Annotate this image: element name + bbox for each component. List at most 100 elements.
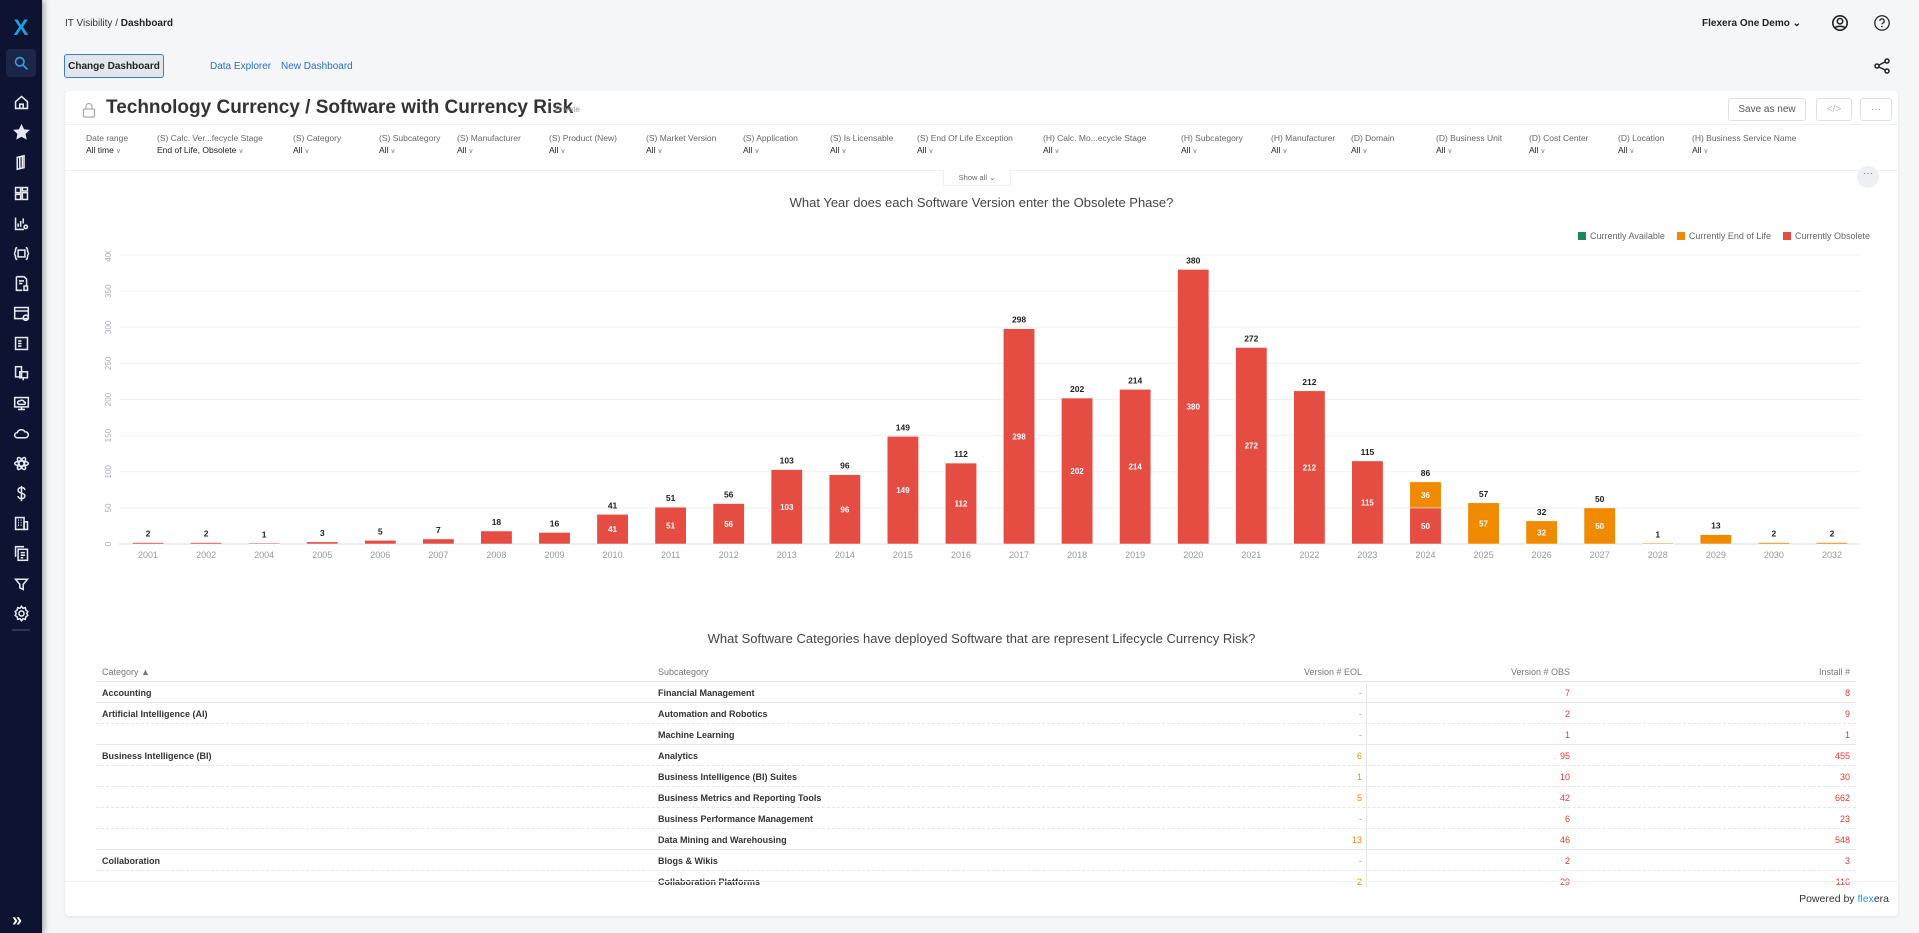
filter-7[interactable]: (S) Application All xyxy=(743,133,798,155)
column-header-version-obs[interactable]: Version # OBS xyxy=(1511,667,1570,677)
sidebar-item-cost[interactable] xyxy=(9,481,33,505)
breadcrumb-root[interactable]: IT Visibility xyxy=(65,18,112,29)
sidebar-item-inventory[interactable] xyxy=(9,331,33,355)
bar-total-label: 18 xyxy=(492,517,502,527)
sidebar-item-analytics[interactable] xyxy=(9,211,33,235)
sidebar-item-home[interactable] xyxy=(9,90,33,114)
column-header-install[interactable]: Install # xyxy=(1819,667,1850,677)
change-dashboard-button[interactable]: Change Dashboard xyxy=(64,54,164,78)
sidebar-item-devices[interactable] xyxy=(9,361,33,385)
filter-11[interactable]: (H) Subcategory All xyxy=(1181,133,1243,155)
filter-12[interactable]: (H) Manufacturer All xyxy=(1271,133,1335,155)
legend-item[interactable]: Currently End of Life xyxy=(1676,231,1771,241)
sidebar-item-settings[interactable] xyxy=(9,601,33,625)
column-header-category[interactable]: Category ▲ xyxy=(102,667,150,677)
sidebar-item-integrations[interactable] xyxy=(9,451,33,475)
filter-5[interactable]: (S) Product (New) All xyxy=(549,133,617,155)
show-all-filters-button[interactable]: Show all ⌄ xyxy=(943,170,1011,186)
x-tick-label: 2017 xyxy=(1009,550,1029,560)
sidebar-item-favorites[interactable] xyxy=(9,120,33,144)
org-switcher[interactable]: Flexera One Demo ⌄ xyxy=(1702,18,1801,29)
table-row[interactable]: Collaboration Blogs & Wikis - 2 3 xyxy=(96,850,1856,871)
filter-label: (S) Subcategory xyxy=(379,133,441,143)
filter-value-dropdown[interactable]: All xyxy=(1351,145,1394,155)
column-header-version-eol[interactable]: Version # EOL xyxy=(1304,667,1362,677)
share-icon[interactable] xyxy=(1874,58,1890,74)
new-dashboard-link[interactable]: New Dashboard xyxy=(281,61,353,72)
filter-2[interactable]: (S) Category All xyxy=(293,133,341,155)
bar-segment xyxy=(364,540,397,545)
lock-icon[interactable] xyxy=(82,102,96,118)
filter-17[interactable]: (H) Business Service Name All xyxy=(1692,133,1796,155)
filter-value-dropdown[interactable]: All xyxy=(293,145,341,155)
filter-value-dropdown[interactable]: All xyxy=(743,145,798,155)
filter-3[interactable]: (S) Subcategory All xyxy=(379,133,440,155)
cell-category: Accounting xyxy=(102,688,152,698)
data-explorer-link[interactable]: Data Explorer xyxy=(210,61,271,72)
table-row[interactable]: Accounting Financial Management - 7 8 xyxy=(96,682,1856,703)
filter-15[interactable]: (D) Cost Center All xyxy=(1529,133,1589,155)
filter-value-dropdown[interactable]: All xyxy=(1529,145,1589,155)
filter-value-dropdown[interactable]: All xyxy=(1043,145,1146,155)
filter-value-dropdown[interactable]: All time xyxy=(86,145,128,155)
sidebar-item-technopedia[interactable] xyxy=(9,241,33,265)
filter-16[interactable]: (D) Location All xyxy=(1618,133,1664,155)
sidebar-item-cloud-desktop[interactable] xyxy=(9,391,33,415)
column-header-subcategory[interactable]: Subcategory xyxy=(658,667,709,677)
filter-value-dropdown[interactable]: All xyxy=(646,145,716,155)
filter-9[interactable]: (S) End Of Life Exception All xyxy=(917,133,1013,155)
sidebar-item-dashboards[interactable] xyxy=(9,181,33,205)
table-row[interactable]: Machine Learning - 1 1 xyxy=(96,724,1856,745)
sidebar-item-organization[interactable] xyxy=(9,511,33,535)
filter-value-dropdown[interactable]: All xyxy=(457,145,521,155)
sidebar-item-catalog[interactable] xyxy=(9,150,33,174)
filter-8[interactable]: (S) Is Licensable All xyxy=(830,133,893,155)
flexera-logo-icon[interactable]: X xyxy=(11,17,31,39)
table-row[interactable]: Business Performance Management - 6 23 xyxy=(96,808,1856,829)
sidebar-item-search[interactable] xyxy=(6,49,36,77)
table-row[interactable]: Business Intelligence (BI) Suites 1 10 30 xyxy=(96,766,1856,787)
sidebar-item-documents[interactable] xyxy=(9,541,33,565)
dashboard-more-button[interactable]: ··· xyxy=(1860,98,1892,121)
embed-code-button[interactable]: </> xyxy=(1816,98,1852,121)
expand-sidebar-icon[interactable]: » xyxy=(12,910,22,931)
filter-value-dropdown[interactable]: End of Life, Obsolete xyxy=(157,145,263,155)
sidebar-item-reports[interactable] xyxy=(9,271,33,295)
sidebar-item-web-apps[interactable] xyxy=(9,301,33,325)
filter-6[interactable]: (S) Market Version All xyxy=(646,133,716,155)
bar-inner-label: 50 xyxy=(1421,522,1430,531)
legend-item[interactable]: Currently Obsolete xyxy=(1782,231,1870,241)
legend-item[interactable]: Currently Available xyxy=(1578,231,1665,241)
filter-value-dropdown[interactable]: All xyxy=(1271,145,1335,155)
sidebar-item-cloud[interactable] xyxy=(9,421,33,445)
bar-total-label: 51 xyxy=(666,493,676,503)
filter-value-dropdown[interactable]: All xyxy=(830,145,893,155)
filter-value-dropdown[interactable]: All xyxy=(1692,145,1796,155)
filter-10[interactable]: (H) Calc. Mo...ecycle Stage All xyxy=(1043,133,1146,155)
cost-icon xyxy=(16,485,26,501)
table-row[interactable]: Collaboration Platforms 2 29 116 xyxy=(96,871,1856,887)
filter-value-dropdown[interactable]: All xyxy=(917,145,1013,155)
filter-14[interactable]: (D) Business Unit All xyxy=(1436,133,1502,155)
sidebar-item-automation[interactable] xyxy=(9,571,33,595)
filter-value-dropdown[interactable]: All xyxy=(1181,145,1243,155)
filter-label: (S) Product (New) xyxy=(549,133,618,143)
table-row[interactable]: Data Mining and Warehousing 13 46 548 xyxy=(96,829,1856,850)
filter-13[interactable]: (D) Domain All xyxy=(1351,133,1394,155)
table-row[interactable]: Business Metrics and Reporting Tools 5 42 6… xyxy=(96,787,1856,808)
filter-4[interactable]: (S) Manufacturer All xyxy=(457,133,521,155)
table-row[interactable]: Artificial Intelligence (AI) Automation a… xyxy=(96,703,1856,724)
filter-value-dropdown[interactable]: All xyxy=(379,145,440,155)
tile-more-button[interactable]: ··· xyxy=(1857,166,1879,188)
cell-install: 8 xyxy=(1844,688,1850,698)
filter-value-dropdown[interactable]: All xyxy=(549,145,617,155)
table-row[interactable]: Business Intelligence (BI) Analytics 6 95 45… xyxy=(96,745,1856,766)
help-icon[interactable] xyxy=(1873,14,1891,32)
save-as-new-button[interactable]: Save as new xyxy=(1728,98,1806,121)
filter-0[interactable]: Date range All time xyxy=(86,133,128,155)
filter-value-dropdown[interactable]: All xyxy=(1436,145,1502,155)
cell-install: 455 xyxy=(1834,751,1850,761)
filter-1[interactable]: (S) Calc. Ver...fecycle Stage End of Life… xyxy=(157,133,263,155)
user-account-icon[interactable] xyxy=(1831,14,1849,32)
filter-value-dropdown[interactable]: All xyxy=(1618,145,1664,155)
